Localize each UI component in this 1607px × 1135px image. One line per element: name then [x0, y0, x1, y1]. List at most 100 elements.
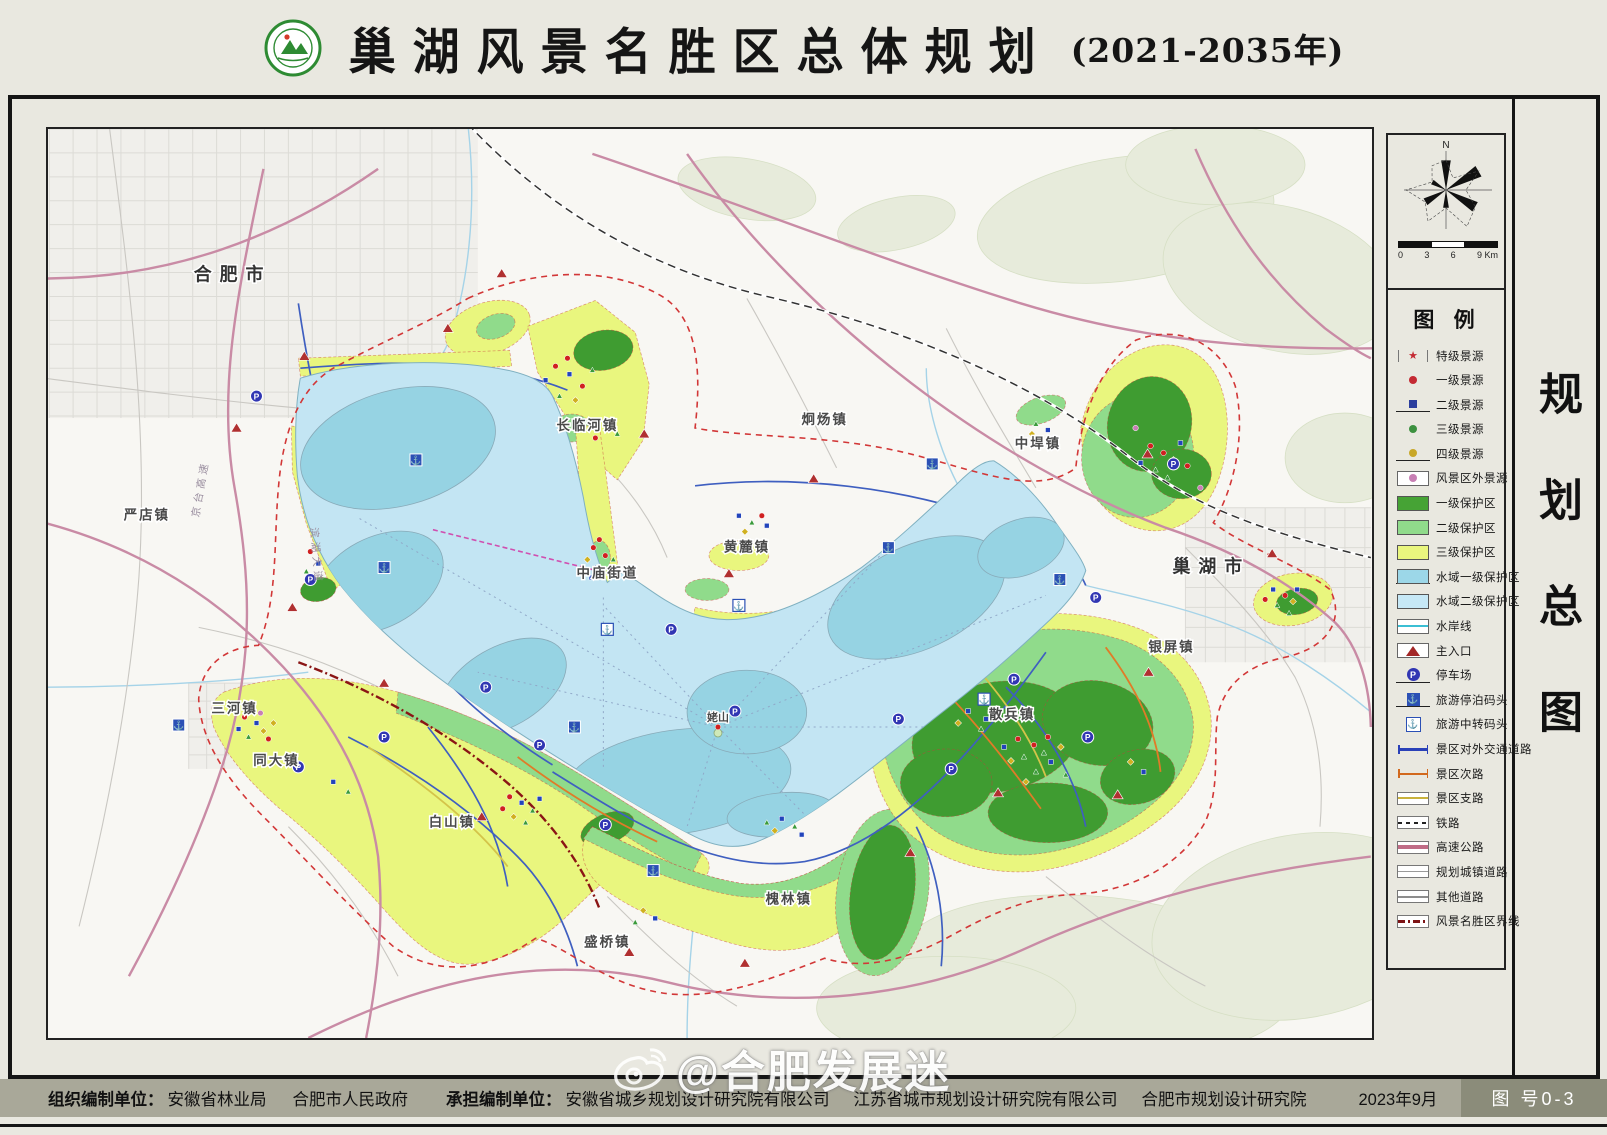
undertake-1: 安徽省城乡规划设计研究院有限公司 — [566, 1086, 830, 1110]
legend-item: 一级景源 — [1396, 373, 1498, 388]
scale-bar: 0 3 6 9 Km — [1398, 241, 1498, 260]
legend-label: 四级景源 — [1436, 446, 1484, 462]
svg-text:P: P — [603, 820, 609, 830]
scale-tick: 0 — [1398, 250, 1403, 260]
legend-item: 其他道路 — [1396, 889, 1498, 904]
svg-text:P: P — [896, 714, 902, 724]
town-label: 黄麓镇 — [724, 539, 770, 555]
legend-item: 主入口 — [1396, 643, 1498, 658]
undertake-2: 江苏省城市规划设计研究院有限公司 — [854, 1086, 1118, 1110]
svg-text:P: P — [537, 740, 543, 750]
scale-tick: 6 — [1451, 250, 1456, 260]
org-label: 组织编制单位： — [48, 1086, 164, 1110]
legend-label: 景区次路 — [1436, 766, 1484, 782]
legend-box: 图 例 ★ 特级景源一级景源二级景源三级景源四级景源风景区外景源一级保护区二级保护… — [1386, 290, 1506, 970]
legend-swatch-star: ★ — [1396, 349, 1430, 363]
scale-tick: 3 — [1424, 250, 1429, 260]
legend-swatch-anchor2: ⚓ — [1396, 717, 1430, 731]
legend-swatch-dot — [1396, 373, 1430, 387]
svg-text:P: P — [1093, 593, 1099, 603]
legend-label: 水域二级保护区 — [1436, 593, 1520, 609]
map-panel: PPPPPPPPPPPPPPP⚓⚓⚓⚓⚓⚓⚓⚓⚓⚓⚓合肥市巢湖市严店镇三河镇同大… — [46, 127, 1374, 1040]
legend-swatch-boxline2 — [1396, 791, 1430, 805]
legend-swatch-caps — [1396, 742, 1430, 756]
legend-item: 景区次路 — [1396, 766, 1498, 781]
svg-text:P: P — [1085, 732, 1091, 742]
svg-text:⚓: ⚓ — [927, 458, 938, 469]
north-label: N — [1442, 140, 1449, 151]
legend-label: 三级景源 — [1436, 421, 1484, 437]
svg-text:⚓: ⚓ — [733, 600, 744, 611]
town-label: 银屏镇 — [1148, 638, 1194, 654]
sheet-number-box: 图 号0-3 — [1461, 1079, 1607, 1117]
town-label: 合肥市 — [194, 264, 272, 285]
island-label: 姥山 — [706, 710, 729, 724]
svg-text:⚓: ⚓ — [410, 454, 421, 465]
header: 巢湖风景名胜区总体规划 (2021-2035年) — [0, 0, 1607, 95]
legend-item: ⚓旅游中转码头 — [1396, 717, 1498, 732]
legend-item: P 停车场 — [1396, 668, 1498, 683]
legend-item: 一级保护区 — [1396, 496, 1498, 511]
svg-text:⚓: ⚓ — [1054, 574, 1065, 585]
legend-item: ⚓旅游停泊码头 — [1396, 692, 1498, 707]
legend-label: 旅游中转码头 — [1436, 716, 1508, 732]
legend-swatch-boxline2 — [1396, 890, 1430, 904]
svg-text:⚓: ⚓ — [883, 542, 894, 553]
town-label: 散兵镇 — [989, 706, 1035, 722]
legend-label: 水岸线 — [1436, 618, 1472, 634]
legend-label: 三级保护区 — [1436, 544, 1496, 560]
legend-swatch-parking: P — [1396, 668, 1430, 683]
legend-item: 二级保护区 — [1396, 520, 1498, 535]
town-label: 盛桥镇 — [584, 933, 630, 949]
svg-text:P: P — [1171, 459, 1177, 469]
legend-item: 景区支路 — [1396, 791, 1498, 806]
legend-item: 高速公路 — [1396, 840, 1498, 855]
legend-label: 停车场 — [1436, 667, 1472, 683]
legend-swatch-caps — [1396, 767, 1430, 781]
bottom-rule — [0, 1124, 1607, 1127]
legend-label: 其他道路 — [1436, 889, 1484, 905]
scenic-area-logo — [263, 18, 323, 78]
legend-label: 旅游停泊码头 — [1436, 692, 1508, 708]
scale-tick: 9 Km — [1477, 250, 1498, 260]
legend-item: 二级景源 — [1396, 397, 1498, 412]
svg-text:P: P — [732, 706, 738, 716]
svg-text:P: P — [1011, 674, 1017, 684]
legend-label: 特级景源 — [1436, 348, 1484, 364]
page-title-years: (2021-2035年) — [1071, 24, 1345, 72]
legend-item: 水域二级保护区 — [1396, 594, 1498, 609]
legend-swatch-fill — [1396, 594, 1430, 608]
legend-swatch-boxdash — [1396, 816, 1430, 830]
scale-ticks: 0 3 6 9 Km — [1398, 250, 1498, 260]
town-label: 巢湖市 — [1171, 556, 1250, 577]
legend-label: 规划城镇道路 — [1436, 864, 1508, 880]
town-label: 白山镇 — [429, 814, 475, 830]
legend-title: 图 例 — [1396, 304, 1498, 334]
legend-label: 高速公路 — [1436, 839, 1484, 855]
legend-item: 三级保护区 — [1396, 545, 1498, 560]
undertake-label: 承担编制单位： — [446, 1086, 562, 1110]
legend-item: 三级景源 — [1396, 422, 1498, 437]
legend-label: 主入口 — [1436, 643, 1472, 659]
svg-text:P: P — [668, 625, 674, 635]
legend-swatch-sqdot — [1396, 397, 1430, 412]
svg-text:⚓: ⚓ — [979, 694, 990, 705]
legend-item: 规划城镇道路 — [1396, 864, 1498, 879]
legend-label: 风景区外景源 — [1436, 470, 1508, 486]
legend-item: ★ 特级景源 — [1396, 348, 1498, 363]
legend-swatch-fill — [1396, 569, 1430, 584]
legend-label: 二级保护区 — [1436, 520, 1496, 536]
svg-text:P: P — [381, 732, 387, 742]
town-label: 炯炀镇 — [801, 411, 847, 427]
org-2: 合肥市人民政府 — [293, 1086, 409, 1110]
legend-item: 铁路 — [1396, 815, 1498, 830]
svg-text:⚓: ⚓ — [648, 865, 659, 876]
svg-text:⚓: ⚓ — [569, 722, 580, 733]
laoshan-island — [714, 729, 722, 737]
svg-text:P: P — [254, 391, 260, 401]
legend-swatch-boxline — [1396, 619, 1430, 633]
page-title: 巢湖风景名胜区总体规划 — [349, 11, 1053, 83]
legend-swatch-boxline3 — [1396, 840, 1430, 854]
legend-swatch-fill — [1396, 521, 1430, 535]
svg-text:P: P — [483, 682, 489, 692]
